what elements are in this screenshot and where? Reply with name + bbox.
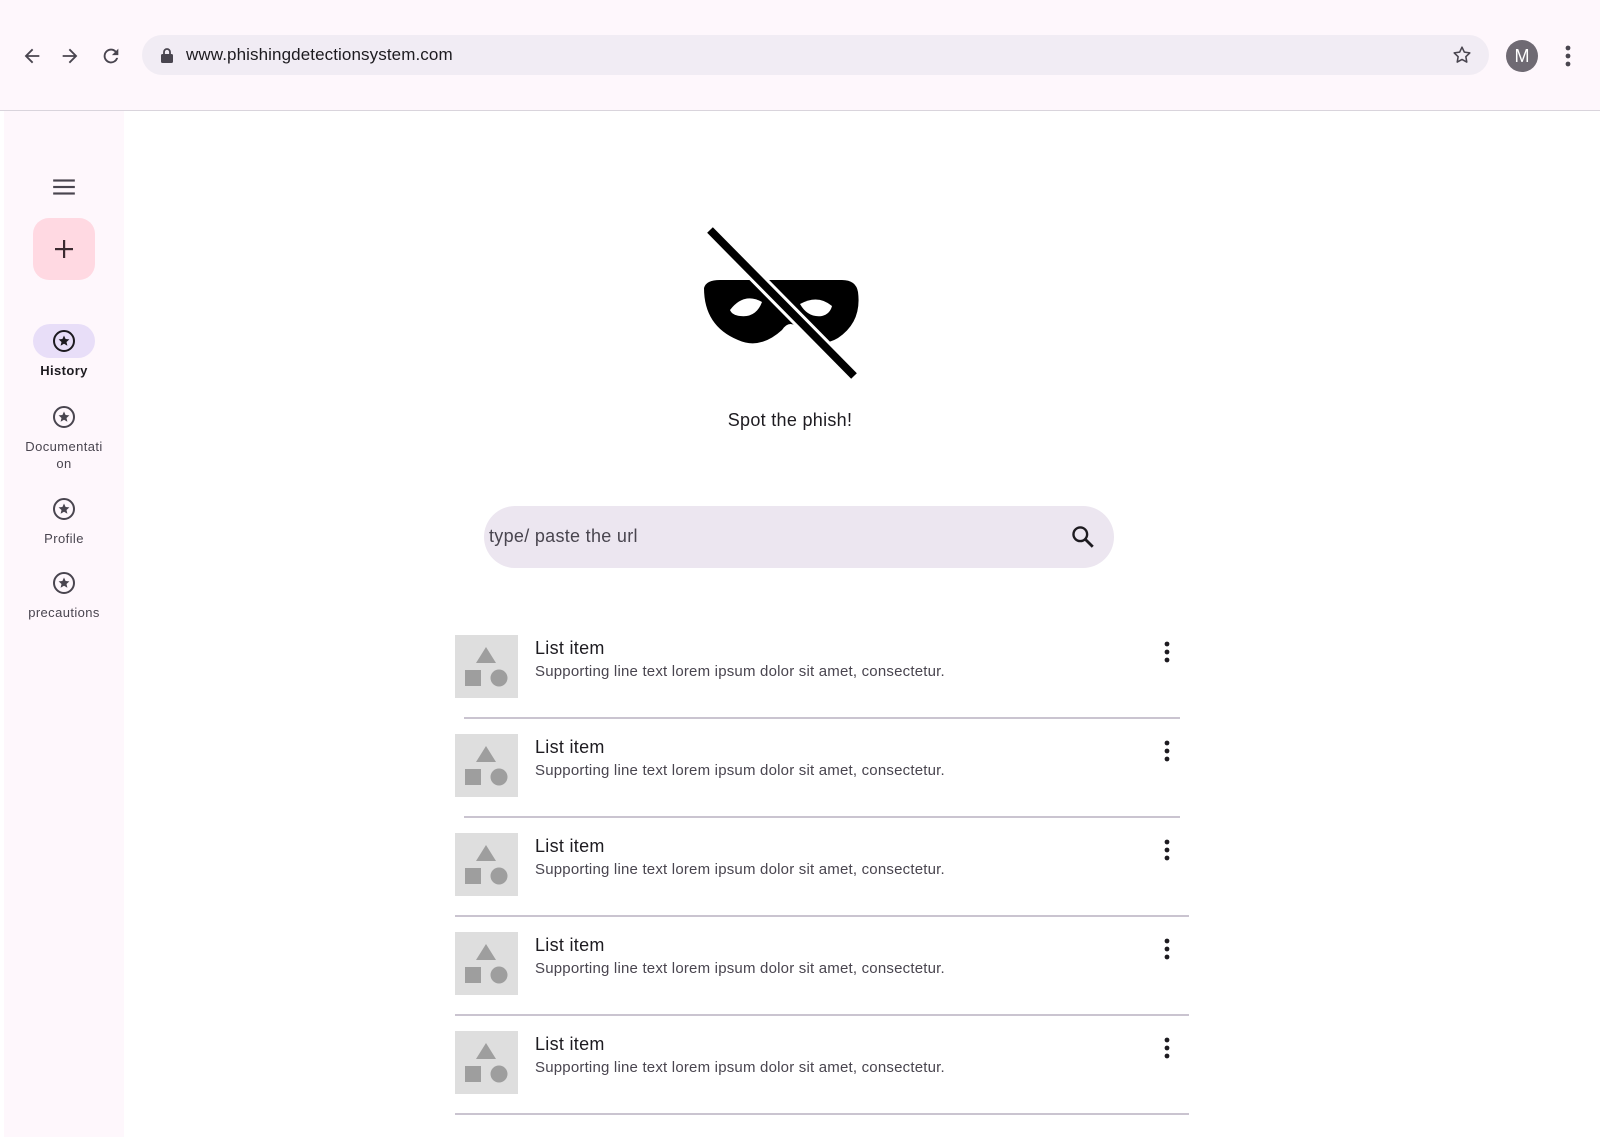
more-options-button[interactable] [1155, 736, 1179, 766]
lock-icon [161, 48, 173, 63]
list-item[interactable]: List item Supporting line text lorem ips… [455, 818, 1189, 917]
forward-button[interactable] [54, 40, 86, 72]
rail-item-documentation[interactable]: Documentation [4, 400, 124, 472]
divider [455, 1113, 1189, 1115]
more-vert-icon [1164, 641, 1170, 663]
list-item-title: List item [535, 737, 605, 757]
more-vert-icon [1565, 45, 1571, 67]
arrow-forward-icon [62, 48, 78, 64]
refresh-icon [103, 48, 119, 64]
list-item-title: List item [535, 935, 605, 955]
list-item[interactable]: List item Supporting line text lorem ips… [455, 1016, 1189, 1115]
more-vert-icon [1164, 938, 1170, 960]
more-vert-icon [1164, 839, 1170, 861]
back-button[interactable] [16, 40, 48, 72]
incognito-off-mask-icon [704, 225, 859, 381]
more-vert-icon [1164, 740, 1170, 762]
more-options-button[interactable] [1155, 835, 1179, 865]
url-search-bar[interactable]: type/ paste the url [484, 506, 1114, 568]
rail-icon-container [33, 566, 95, 600]
more-options-button[interactable] [1155, 637, 1179, 667]
list-item-supporting-text: Supporting line text lorem ipsum dolor s… [535, 861, 945, 878]
list-item-title: List item [535, 638, 605, 658]
active-indicator [33, 324, 95, 358]
list-item-title: List item [535, 1034, 605, 1054]
list-item-supporting-text: Supporting line text lorem ipsum dolor s… [535, 762, 945, 779]
image-placeholder-icon [455, 833, 518, 896]
rail-item-profile[interactable]: Profile [4, 492, 124, 547]
list-item-supporting-text: Supporting line text lorem ipsum dolor s… [535, 960, 945, 977]
rail-label: precautions [28, 605, 100, 620]
browser-toolbar: www.phishingdetectionsystem.com M [0, 0, 1600, 111]
list-item-supporting-text: Supporting line text lorem ipsum dolor s… [535, 1059, 945, 1076]
profile-avatar[interactable]: M [1506, 40, 1538, 72]
more-vert-icon [1164, 1037, 1170, 1059]
image-placeholder-icon [455, 635, 518, 698]
image-placeholder-icon [455, 734, 518, 797]
history-list: List item Supporting line text lorem ips… [455, 620, 1189, 1115]
reload-button[interactable] [95, 40, 127, 72]
list-item-supporting-text: Supporting line text lorem ipsum dolor s… [535, 663, 945, 680]
list-item-title: List item [535, 836, 605, 856]
url-text[interactable]: www.phishingdetectionsystem.com [186, 45, 453, 65]
list-item[interactable]: List item Supporting line text lorem ips… [455, 620, 1180, 719]
arrow-back-icon [24, 48, 40, 64]
list-item[interactable]: List item Supporting line text lorem ips… [455, 917, 1189, 1016]
browser-menu-button[interactable] [1556, 41, 1580, 71]
add-fab-button[interactable] [33, 218, 95, 280]
more-options-button[interactable] [1155, 934, 1179, 964]
image-placeholder-icon [455, 932, 518, 995]
rail-item-precautions[interactable]: precautions [4, 566, 124, 621]
menu-icon[interactable] [51, 174, 77, 200]
star-circle-icon [53, 406, 75, 428]
plus-icon [55, 240, 73, 258]
navigation-rail: History Documentation Profile precaution… [4, 111, 124, 1137]
star-circle-icon [53, 572, 75, 594]
more-options-button[interactable] [1155, 1033, 1179, 1063]
rail-item-history[interactable]: History [4, 324, 124, 379]
image-placeholder-icon [455, 1031, 518, 1094]
rail-label: History [40, 363, 88, 378]
rail-icon-container [33, 400, 95, 434]
tagline: Spot the phish! [727, 410, 853, 430]
address-bar[interactable]: www.phishingdetectionsystem.com [142, 35, 1489, 75]
search-input[interactable]: type/ paste the url [489, 526, 638, 547]
rail-label: Documentation [25, 439, 103, 471]
rail-icon-container [33, 492, 95, 526]
rail-label: Profile [44, 531, 84, 546]
bookmark-star-icon[interactable] [1451, 44, 1473, 66]
list-item[interactable]: List item Supporting line text lorem ips… [455, 719, 1180, 818]
star-circle-icon [53, 498, 75, 520]
star-circle-icon [53, 330, 75, 352]
search-icon[interactable] [1070, 524, 1096, 550]
